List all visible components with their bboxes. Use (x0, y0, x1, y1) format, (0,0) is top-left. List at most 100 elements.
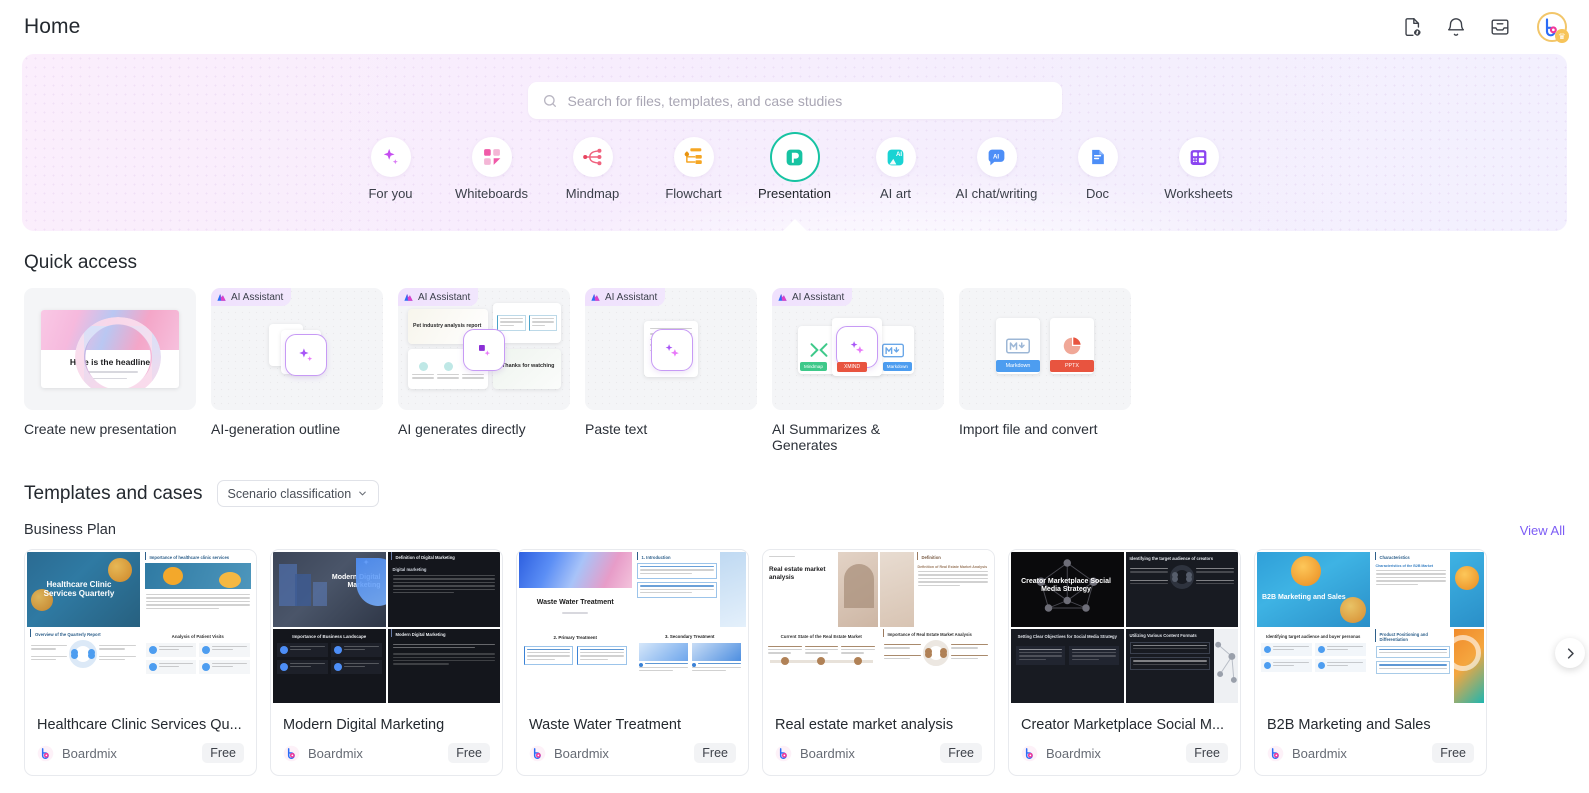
template-card[interactable]: Real estate market analysis Definition D… (762, 549, 995, 776)
template-name: Real estate market analysis (775, 717, 954, 733)
quick-access-label: Create new presentation (24, 421, 177, 437)
preview-slide-cover: Waste Water Treatment (519, 552, 632, 627)
search-icon (543, 94, 556, 107)
ai-assistant-badge-label: AI Assistant (231, 291, 284, 303)
mindmap-icon (582, 148, 601, 166)
ai-assistant-icon (217, 293, 226, 301)
template-preview: Waste Water Treatment 1. Introduction 2.… (517, 550, 748, 705)
templates-title: Templates and cases (24, 482, 203, 504)
search-input[interactable] (567, 92, 1048, 109)
ai-art-icon-wrap: AI (875, 137, 916, 177)
template-card[interactable]: ✦ Modern Digital Marketing Definition of… (270, 549, 503, 776)
category-tab-worksheets[interactable]: Worksheets (1148, 137, 1249, 201)
worksheets-icon-wrap (1178, 137, 1219, 177)
quick-access-item-create-new-presentation[interactable]: Here is the headline Create new presenta… (24, 288, 196, 453)
file-card-pptx: PPTX (1050, 318, 1094, 374)
quick-access-label: AI generates directly (398, 421, 526, 437)
quick-access-row: Here is the headline Create new presenta… (0, 274, 1589, 453)
template-card[interactable]: Creator Marketplace Social Media Strateg… (1008, 549, 1241, 776)
page-title: Home (24, 15, 81, 38)
template-price-badge: Free (694, 743, 736, 763)
preview-slide-title: Analysis of Patient Visits (171, 633, 224, 639)
slide-hero-image (41, 310, 179, 350)
category-tab-label: Flowchart (665, 186, 722, 201)
active-tab-notch (781, 219, 808, 231)
template-footer: Boardmix Free (529, 743, 736, 763)
preview-slide-title: Characteristics (1374, 552, 1451, 560)
preview-slide-title: Importance of Real Estate Market Analysi… (882, 628, 993, 637)
preview-slide-title: B2B Marketing and Sales (1262, 594, 1346, 601)
whiteboard-icon-wrap (471, 137, 512, 177)
chevron-right-icon (1567, 647, 1574, 659)
document-link-icon[interactable] (1401, 16, 1423, 38)
quick-access-item-ai-generation-outline[interactable]: AI Assistant AI-generation outline (211, 288, 383, 453)
template-card[interactable]: B2B Marketing and Sales Characteristics … (1254, 549, 1487, 776)
category-tab-label: Presentation (758, 186, 831, 201)
sparkle-icon (479, 345, 490, 356)
pie-chart-icon (1063, 337, 1081, 355)
scenario-classification-dropdown[interactable]: Scenario classification (216, 480, 380, 507)
quick-access-item-ai-summarizes-generates[interactable]: AI Assistant Mindmap Markdown XMIND AI S… (772, 288, 944, 453)
category-tab-for-you[interactable]: For you (340, 137, 441, 201)
preview-slide: Characteristics Characteristics of the B… (1371, 552, 1484, 627)
view-all-link[interactable]: View All (1520, 523, 1565, 538)
ai-assistant-icon (404, 293, 413, 301)
template-name: Creator Marketplace Social M... (1021, 717, 1225, 733)
ai-sparkle-chip (285, 334, 327, 376)
quick-access-item-paste-text[interactable]: AI Assistant Paste text (585, 288, 757, 453)
ai-assistant-badge: AI Assistant (772, 288, 853, 306)
presentation-icon (786, 149, 803, 165)
preview-slide-title: 2. Primary Treatment (553, 634, 597, 640)
inbox-icon[interactable] (1489, 16, 1511, 38)
template-price-badge: Free (940, 743, 982, 763)
file-chip-label: PPTX (1050, 360, 1094, 372)
doc-icon (1091, 149, 1104, 165)
avatar[interactable]: ♛ (1537, 12, 1569, 43)
template-name: Healthcare Clinic Services Qu... (37, 717, 242, 733)
category-tab-presentation[interactable]: Presentation (744, 137, 845, 201)
template-category-header: Business Plan View All (24, 522, 1565, 538)
quick-access-thumbnail: AI Assistant (585, 288, 757, 410)
ai-assistant-icon (591, 293, 600, 301)
preview-slide-title: Current State of the Real Estate Market (780, 633, 862, 639)
preview-slide-title: Healthcare Clinic Services Quarterly (43, 580, 115, 599)
template-author: Boardmix (1046, 745, 1101, 761)
preview-slide: Setting Clear Objectives for Social Medi… (1011, 628, 1124, 703)
quick-access-item-ai-generates-directly[interactable]: AI Assistant Pet industry analysis repor… (398, 288, 570, 453)
file-chip-label: Mindmap (800, 362, 827, 371)
category-tabs: For you Whiteboards Mindmap Flowchart Pr… (22, 137, 1567, 201)
category-tab-flowchart[interactable]: Flowchart (643, 137, 744, 201)
template-category-label: Business Plan (24, 522, 116, 538)
quick-access-thumbnail: AI Assistant (211, 288, 383, 410)
ai-summarize-illustration: Mindmap Markdown XMIND (798, 318, 918, 380)
quick-access-label: Import file and convert (959, 421, 1098, 437)
whiteboard-icon (483, 149, 500, 165)
top-bar: Home ♛ (0, 0, 1589, 54)
category-tab-doc[interactable]: Doc (1047, 137, 1148, 201)
svg-text:AI: AI (993, 153, 999, 160)
carousel-next-button[interactable] (1555, 638, 1585, 668)
category-tab-whiteboards[interactable]: Whiteboards (441, 137, 542, 201)
category-tab-mindmap[interactable]: Mindmap (542, 137, 643, 201)
category-tab-ai-chat-writing[interactable]: AI AI chat/writing (946, 137, 1047, 201)
quick-access-item-import-file-and-convert[interactable]: Markdown PPTX Import file and convert (959, 288, 1131, 453)
preview-slide: Importance of healthcare clinic services (141, 552, 255, 627)
doc-icon-wrap (1077, 137, 1118, 177)
preview-slide-title: Importance of healthcare clinic services (144, 552, 255, 560)
category-tab-ai-art[interactable]: AI AI art (845, 137, 946, 201)
preview-slide-title: Real estate market analysis (769, 566, 826, 582)
quick-access-header: Quick access (24, 252, 1589, 274)
preview-slide: Identifying target audience and buyer pe… (1257, 628, 1370, 703)
sparkle-icon-wrap (370, 137, 411, 177)
template-card[interactable]: Healthcare Clinic Services Quarterly Imp… (24, 549, 257, 776)
slide-title: Pet industry analysis report (413, 323, 482, 329)
search-box[interactable] (527, 82, 1062, 119)
template-card[interactable]: Waste Water Treatment 1. Introduction 2.… (516, 549, 749, 776)
bell-icon[interactable] (1445, 16, 1467, 38)
presentation-icon-wrap (774, 137, 815, 177)
template-footer: Boardmix Free (775, 743, 982, 763)
preview-slide-title: Overview of the Quarterly Report (30, 628, 140, 637)
preview-slide-title: Creator Marketplace Social Media Strateg… (1021, 578, 1111, 594)
preview-slide: Modern Digital Marketing (387, 628, 500, 703)
template-price-badge: Free (202, 743, 244, 763)
